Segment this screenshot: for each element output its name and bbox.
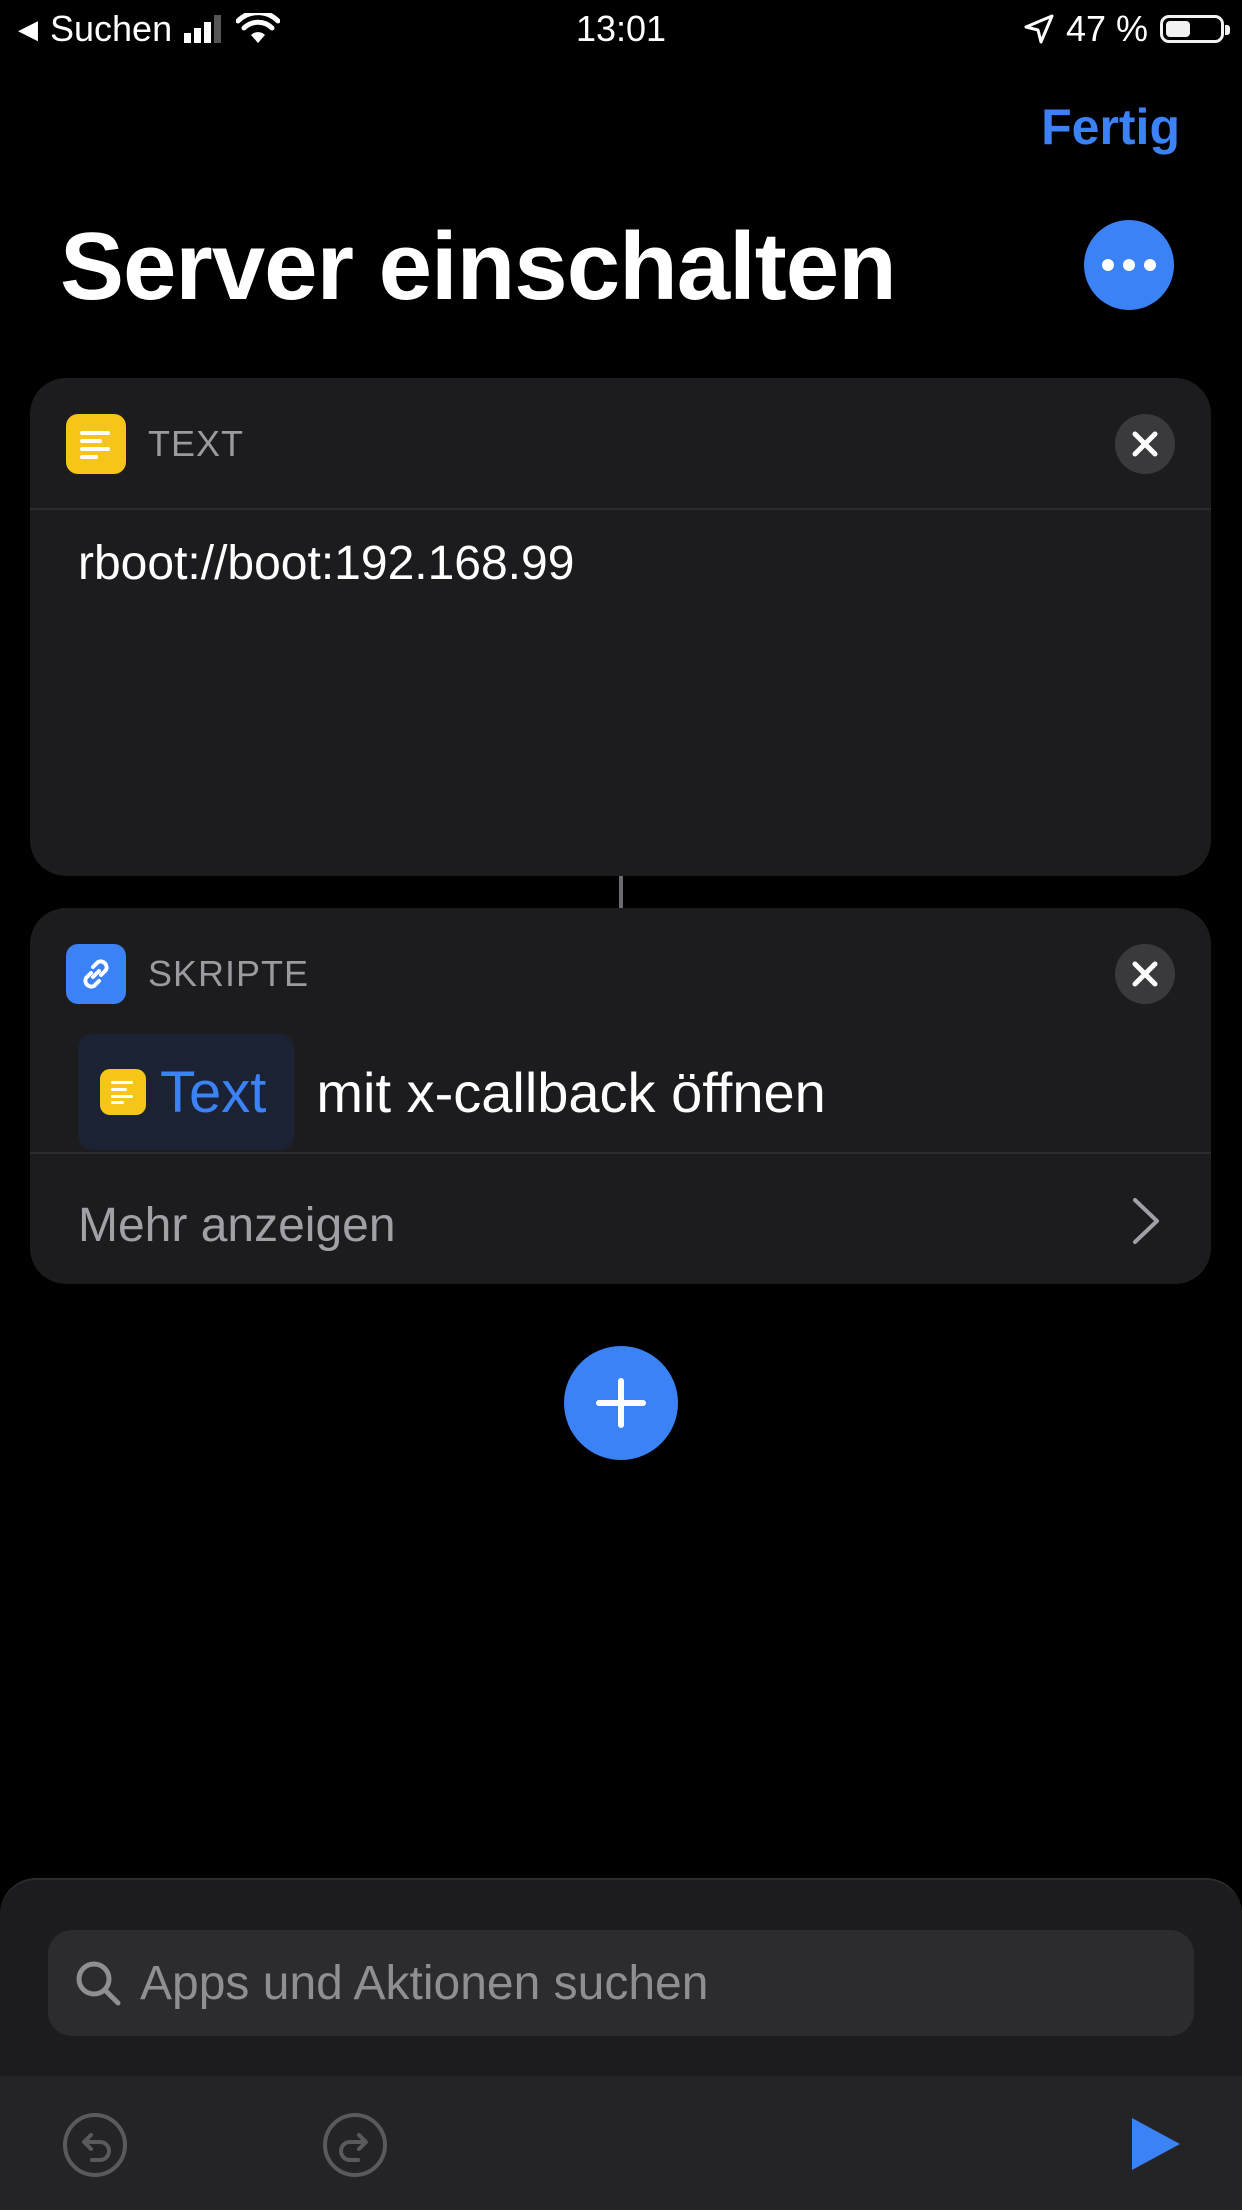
- redo-icon[interactable]: [322, 2112, 388, 2178]
- play-icon[interactable]: [1128, 2114, 1184, 2174]
- action-description: mit x-callback öffnen: [316, 1060, 826, 1124]
- battery-icon: [1160, 15, 1230, 43]
- search-icon: [76, 1961, 121, 2006]
- plus-icon: [596, 1378, 646, 1428]
- link-icon: [66, 944, 126, 1004]
- search-input[interactable]: [138, 1954, 1194, 2012]
- action-category-label: TEXT: [148, 423, 245, 464]
- text-doc-icon: [100, 1069, 146, 1115]
- more-options-button[interactable]: [1084, 220, 1174, 310]
- action-category-label: SKRIPTE: [148, 953, 310, 994]
- add-action-button[interactable]: [564, 1346, 678, 1460]
- page-title: Server einschalten: [60, 213, 897, 320]
- text-content-field[interactable]: rboot://boot:192.168.99: [78, 536, 574, 591]
- open-xcallback-action-card[interactable]: SKRIPTE Text mit x-callback öffnen Mehr …: [30, 908, 1211, 1284]
- token-label: Text: [160, 1059, 267, 1125]
- location-arrow-icon: [1024, 14, 1054, 44]
- action-connector: [619, 876, 623, 908]
- divider: [30, 1152, 1211, 1154]
- undo-icon[interactable]: [62, 2112, 128, 2178]
- text-doc-icon: [66, 414, 126, 474]
- remove-action-button[interactable]: [1115, 944, 1175, 1004]
- action-search-panel: [0, 1878, 1242, 2210]
- battery-fill: [1166, 21, 1191, 37]
- close-icon: [1132, 431, 1158, 457]
- done-button[interactable]: Fertig: [1041, 98, 1180, 156]
- search-bar[interactable]: [48, 1930, 1194, 2036]
- remove-action-button[interactable]: [1115, 414, 1175, 474]
- close-icon: [1132, 961, 1158, 987]
- bottom-toolbar: [0, 2076, 1242, 2210]
- divider: [30, 508, 1211, 510]
- text-variable-token[interactable]: Text: [78, 1034, 295, 1150]
- chevron-right-icon[interactable]: [1131, 1196, 1161, 1246]
- battery-percent: 47 %: [1065, 8, 1148, 49]
- status-bar: ◀ Suchen 13:01 47 %: [0, 0, 1242, 60]
- show-more-button[interactable]: Mehr anzeigen: [78, 1198, 396, 1253]
- ellipsis-icon: [1102, 259, 1114, 271]
- text-action-card[interactable]: TEXT rboot://boot:192.168.99: [30, 378, 1211, 876]
